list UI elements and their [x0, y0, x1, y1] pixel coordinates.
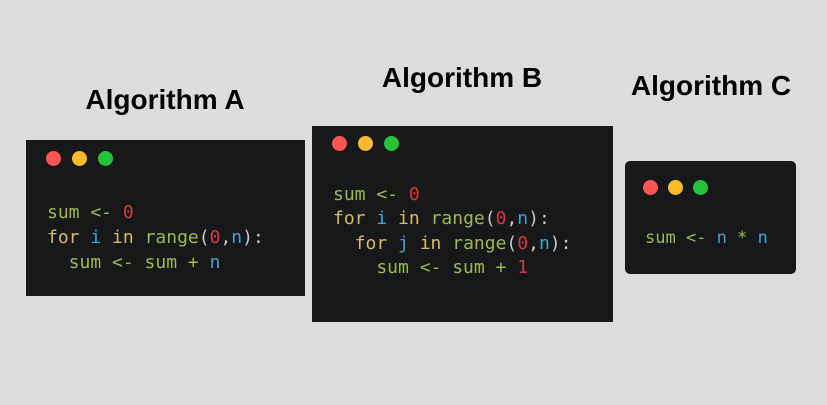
minimize-dot-icon	[358, 136, 373, 151]
code-line: for j in range(0,n):	[333, 232, 572, 256]
close-dot-icon	[46, 151, 61, 166]
code-line: sum <- sum + n	[47, 250, 264, 275]
code-token: ):	[528, 208, 550, 230]
code-token: n	[209, 252, 221, 273]
code-token: (	[484, 208, 496, 230]
title-algorithm-a: Algorithm A	[85, 84, 245, 115]
code-token: in	[419, 232, 453, 254]
code-token: (	[506, 232, 518, 254]
title-algorithm-b: Algorithm B	[381, 62, 543, 93]
code-token: range	[430, 208, 485, 230]
code-token: sum <-	[645, 228, 717, 248]
code-token: i	[90, 227, 113, 248]
code-token: in	[112, 227, 145, 248]
code-line: for i in range(0,n):	[47, 225, 264, 250]
code-line: sum <- 0	[47, 200, 264, 225]
maximize-dot-icon	[98, 151, 113, 166]
code-token: for	[47, 227, 91, 248]
code-token: sum <- sum +	[333, 256, 518, 278]
code-window-c: sum <- n * n	[625, 161, 796, 274]
code-token: n	[716, 228, 738, 248]
code-window-b: sum <- 0 for i in range(0,n): for j in ra…	[312, 126, 613, 322]
code-token: in	[398, 208, 431, 230]
code-token: ,	[220, 227, 232, 248]
title-algorithm-c: Algorithm C	[630, 70, 792, 101]
code-line: sum <- sum + 1	[333, 256, 571, 280]
code-token: 0	[517, 232, 529, 254]
minimize-dot-icon	[668, 180, 683, 195]
code-token: n	[231, 227, 243, 248]
code-block: sum <- 0 for i in range(0,n): for j in ra…	[333, 183, 571, 280]
code-line: sum <- n * n	[645, 227, 768, 249]
code-token: n	[757, 228, 768, 248]
code-token: 0	[495, 208, 507, 230]
code-token: sum <- sum +	[47, 252, 210, 273]
minimize-dot-icon	[72, 151, 87, 166]
maximize-dot-icon	[384, 136, 399, 151]
code-block: sum <- 0 for i in range(0,n): sum <- sum …	[47, 200, 264, 275]
code-block: sum <- n * n	[645, 227, 768, 249]
maximize-dot-icon	[693, 180, 708, 195]
code-token: range	[144, 227, 199, 248]
code-token: sum <-	[333, 184, 409, 205]
code-line: for i in range(0,n):	[333, 207, 571, 231]
code-token: n	[538, 232, 550, 254]
code-token: 0	[408, 184, 420, 205]
code-token: (	[198, 227, 210, 248]
code-token: i	[376, 208, 399, 230]
close-dot-icon	[643, 180, 658, 195]
code-token: ,	[506, 208, 518, 230]
code-token: j	[398, 232, 420, 254]
code-token: *	[737, 228, 758, 248]
code-token: for	[333, 232, 399, 254]
code-token: sum <-	[47, 202, 123, 223]
close-dot-icon	[332, 136, 347, 151]
code-token: 0	[122, 202, 134, 223]
code-token: for	[333, 208, 377, 230]
code-token: 1	[517, 256, 529, 278]
code-window-a: sum <- 0 for i in range(0,n): sum <- sum …	[26, 140, 305, 296]
code-token: 0	[209, 227, 221, 248]
code-token: n	[517, 208, 529, 230]
code-token: ):	[549, 232, 572, 254]
code-token: range	[452, 232, 507, 254]
code-line: sum <- 0	[333, 183, 571, 207]
code-token: ):	[242, 227, 264, 248]
code-token: ,	[528, 232, 539, 254]
